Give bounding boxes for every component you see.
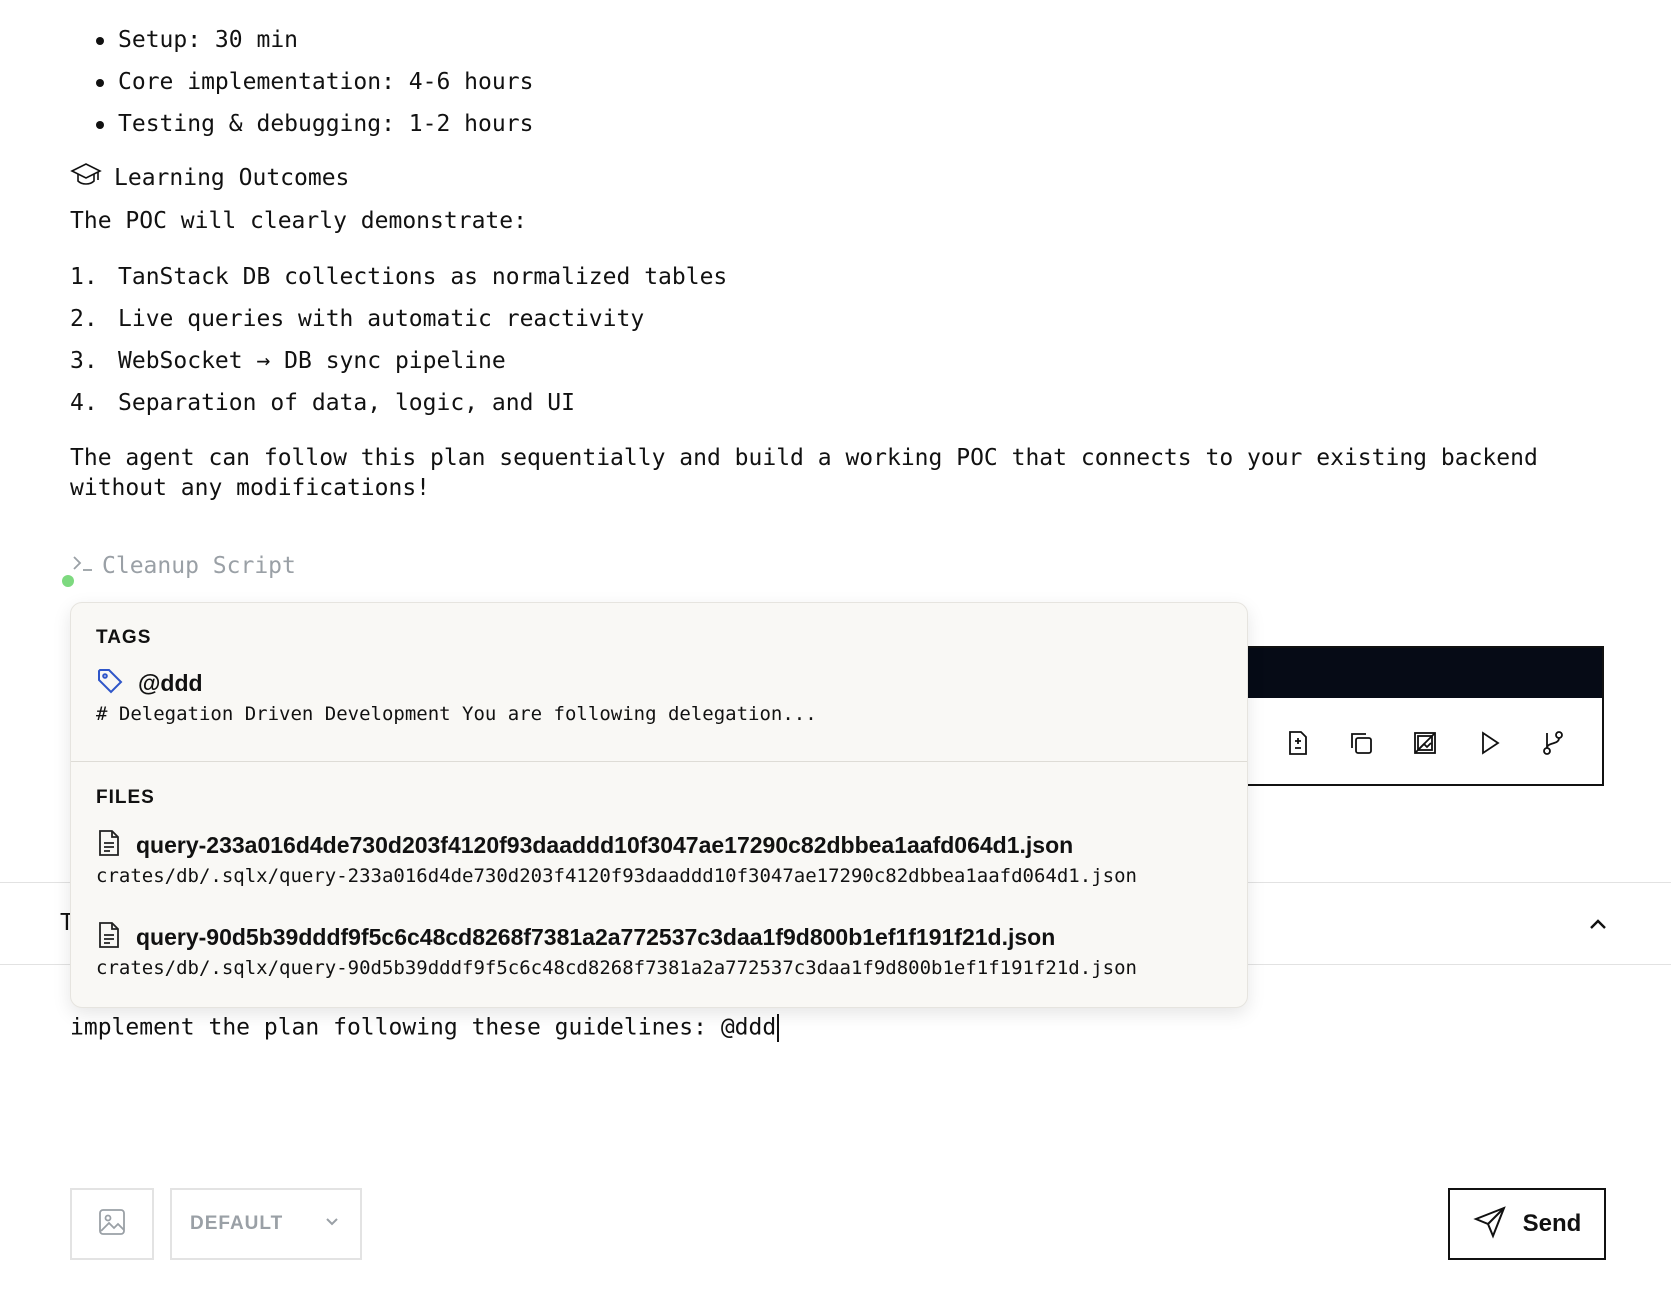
send-button[interactable]: Send: [1448, 1188, 1606, 1260]
tags-section-title: TAGS: [96, 627, 152, 648]
file-path: crates/db/.sqlx/query-90d5b39dddf9f5c6c4…: [96, 957, 1137, 979]
chevron-up-icon[interactable]: [1584, 910, 1612, 938]
image-off-icon[interactable]: [1408, 726, 1442, 760]
item-text: TanStack DB collections as normalized ta…: [118, 264, 728, 290]
list-item: Core implementation: 4-6 hours: [70, 64, 533, 106]
list-item: 3. WebSocket → DB sync pipeline: [70, 346, 727, 388]
tag-name: @ddd: [138, 669, 203, 696]
file-path: crates/db/.sqlx/query-233a016d4de730d203…: [96, 865, 1137, 887]
closing-paragraph: The agent can follow this plan sequentia…: [70, 445, 1538, 501]
git-branch-icon[interactable]: [1536, 726, 1570, 760]
item-number: 1.: [70, 264, 98, 290]
text-caret: [777, 1014, 780, 1042]
tag-icon: [96, 667, 124, 699]
status-dot: [62, 575, 74, 587]
image-icon: [97, 1207, 127, 1241]
prompt-input[interactable]: implement the plan following these guide…: [70, 1014, 780, 1042]
copy-icon[interactable]: [1344, 726, 1378, 760]
cleanup-script-toggle[interactable]: Cleanup Script: [70, 550, 296, 582]
item-number: 4.: [70, 390, 98, 416]
card-toolbar: [1280, 726, 1570, 760]
files-section-title: FILES: [96, 787, 155, 808]
graduation-cap-icon: [70, 160, 102, 196]
timeline-list: Setup: 30 min Core implementation: 4-6 h…: [70, 22, 533, 148]
item-number: 3.: [70, 348, 98, 374]
item-text: WebSocket → DB sync pipeline: [118, 348, 506, 374]
file-name: query-233a016d4de730d203f4120f93daaddd10…: [136, 831, 1074, 858]
prompt-value: implement the plan following these guide…: [70, 1014, 777, 1041]
tag-description: # Delegation Driven Development You are …: [96, 703, 817, 725]
mode-value: DEFAULT: [190, 1213, 284, 1234]
item-number: 2.: [70, 306, 98, 332]
list-item: Setup: 30 min: [70, 22, 533, 64]
chevron-down-icon: [322, 1212, 342, 1236]
send-icon: [1472, 1205, 1507, 1243]
popup-divider: [71, 761, 1247, 762]
tag-option-ddd[interactable]: @ddd # Delegation Driven Development You…: [96, 667, 817, 725]
item-text: Separation of data, logic, and UI: [118, 390, 575, 416]
file-option[interactable]: query-233a016d4de730d203f4120f93daaddd10…: [96, 829, 1137, 887]
file-icon: [96, 921, 122, 953]
cleanup-label: Cleanup Script: [102, 553, 296, 579]
outcomes-list: 1. TanStack DB collections as normalized …: [70, 262, 727, 430]
file-name: query-90d5b39dddf9f5c6c48cd8268f7381a2a7…: [136, 923, 1056, 950]
list-item: Testing & debugging: 1-2 hours: [70, 106, 533, 148]
mode-select[interactable]: DEFAULT: [170, 1188, 362, 1260]
item-text: Live queries with automatic reactivity: [118, 306, 645, 332]
list-item: 2. Live queries with automatic reactivity: [70, 304, 727, 346]
play-icon[interactable]: [1472, 726, 1506, 760]
heading-text: Learning Outcomes: [114, 165, 350, 191]
send-label: Send: [1522, 1210, 1582, 1237]
mention-popup: TAGS @ddd # Delegation Driven Developmen…: [70, 602, 1248, 1008]
attach-image-button[interactable]: [70, 1188, 154, 1260]
file-option[interactable]: query-90d5b39dddf9f5c6c48cd8268f7381a2a7…: [96, 921, 1137, 979]
list-item: 4. Separation of data, logic, and UI: [70, 388, 727, 430]
file-icon: [96, 829, 122, 861]
outcomes-intro: The POC will clearly demonstrate:: [70, 208, 527, 234]
list-item: 1. TanStack DB collections as normalized …: [70, 262, 727, 304]
terminal-icon: [70, 550, 96, 582]
learning-outcomes-heading: Learning Outcomes: [70, 160, 349, 196]
file-diff-icon[interactable]: [1280, 726, 1314, 760]
